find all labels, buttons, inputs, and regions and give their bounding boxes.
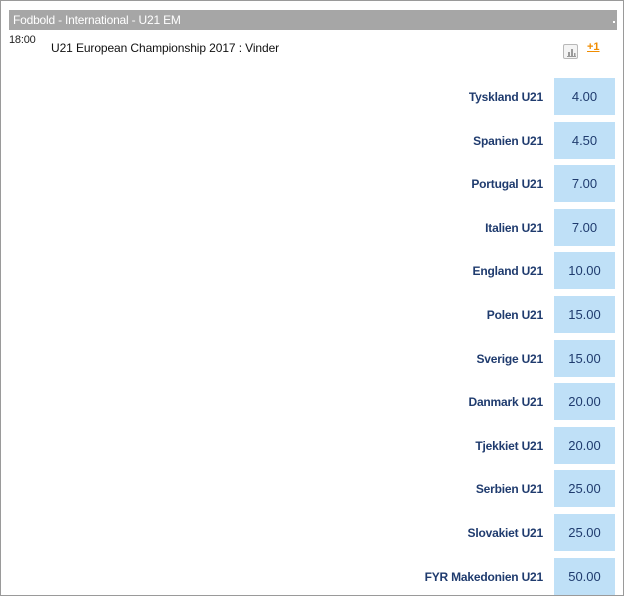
competition-header: Fodbold - International - U21 EM [9, 10, 617, 30]
odds-button[interactable]: 20.00 [554, 426, 615, 464]
event-time: 18:00 [9, 34, 36, 46]
selection-row: Sverige U21 15.00 [1, 339, 623, 377]
selection-name: Sverige U21 [476, 351, 543, 366]
odds-button[interactable]: 25.00 [554, 470, 615, 508]
selection-name: Serbien U21 [475, 482, 543, 497]
selection-row: Tjekkiet U21 20.00 [1, 426, 623, 464]
selection-name: Spanien U21 [473, 133, 543, 148]
selection-name: FYR Makedonien U21 [424, 569, 544, 584]
odds-button[interactable]: 50.00 [554, 557, 615, 595]
odds-button[interactable]: 15.00 [554, 339, 615, 377]
selection-name: England U21 [472, 264, 544, 279]
odds-button[interactable]: 20.00 [554, 383, 615, 421]
header-dot [613, 21, 615, 23]
more-markets-link[interactable]: +1 [587, 41, 600, 53]
odds-button[interactable]: 10.00 [554, 252, 615, 290]
selection-row: Slovakiet U21 25.00 [1, 514, 623, 551]
selection-name: Slovakiet U21 [467, 526, 544, 540]
selection-row: Serbien U21 25.00 [1, 470, 623, 508]
selection-name: Polen U21 [486, 308, 543, 322]
selection-name: Tjekkiet U21 [475, 438, 543, 453]
selection-row: Portugal U21 7.00 [1, 165, 623, 203]
statistics-button[interactable] [563, 44, 578, 59]
selection-row: FYR Makedonien U21 50.00 [1, 557, 623, 595]
selection-name: Portugal U21 [471, 177, 543, 192]
odds-button[interactable]: 7.00 [554, 165, 615, 203]
odds-button[interactable]: 15.00 [554, 296, 615, 333]
selection-row: Tyskland U21 4.00 [1, 78, 623, 115]
odds-button[interactable]: 7.00 [554, 208, 615, 246]
betting-panel: Fodbold - International - U21 EM 18:00 U… [0, 0, 624, 596]
odds-button[interactable]: 25.00 [554, 514, 615, 551]
selection-row: Danmark U21 20.00 [1, 383, 623, 421]
odds-button[interactable]: 4.00 [554, 78, 615, 115]
selection-row: Spanien U21 4.50 [1, 121, 623, 159]
selection-name: Italien U21 [485, 220, 543, 235]
odds-button[interactable]: 4.50 [554, 121, 615, 159]
selection-name: Danmark U21 [468, 395, 543, 410]
selection-row: England U21 10.00 [1, 252, 623, 290]
selection-name: Tyskland U21 [468, 90, 543, 104]
selection-row: Italien U21 7.00 [1, 208, 623, 246]
event-title: U21 European Championship 2017 : Vinder [51, 41, 280, 55]
selection-row: Polen U21 15.00 [1, 296, 623, 333]
competition-title: Fodbold - International - U21 EM [13, 13, 181, 27]
bar-chart-icon [567, 49, 576, 57]
